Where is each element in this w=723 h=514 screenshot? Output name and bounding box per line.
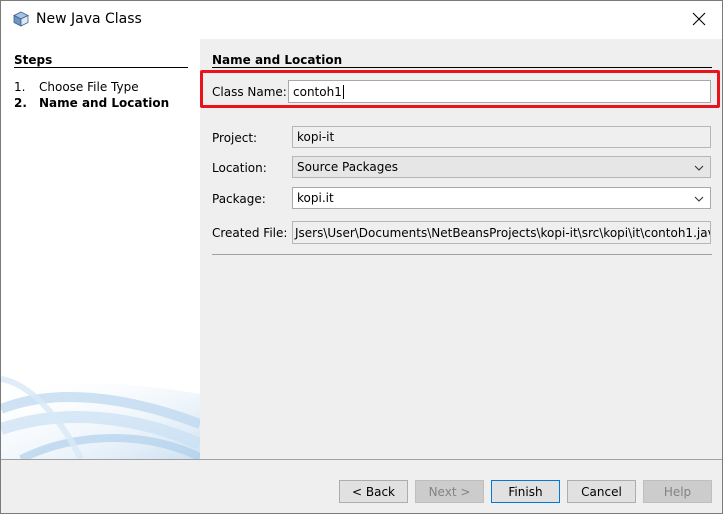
project-label: Project: xyxy=(212,131,258,145)
window-title: New Java Class xyxy=(36,11,142,27)
step-label: Choose File Type xyxy=(39,80,139,94)
text-caret xyxy=(342,84,344,99)
chevron-down-icon xyxy=(694,193,704,203)
class-name-value: contoh1 xyxy=(293,84,342,99)
close-icon xyxy=(692,12,706,29)
steps-title: Steps xyxy=(14,53,53,67)
cancel-button[interactable]: Cancel xyxy=(567,480,636,503)
location-value: Source Packages xyxy=(297,160,399,174)
package-label: Package: xyxy=(212,192,266,206)
section-divider xyxy=(212,67,712,68)
location-dropdown[interactable]: Source Packages xyxy=(292,156,711,178)
step-name-and-location: 2. Name and Location xyxy=(14,96,169,110)
step-number: 1. xyxy=(14,80,26,94)
steps-divider xyxy=(14,67,188,68)
project-field: kopi-it xyxy=(292,126,711,148)
section-title: Name and Location xyxy=(212,53,343,67)
next-button[interactable]: Next > xyxy=(415,480,484,503)
back-button[interactable]: < Back xyxy=(339,480,408,503)
form-panel: Name and Location Class Name: contoh1 Pr… xyxy=(200,39,722,459)
help-button[interactable]: Help xyxy=(643,480,712,503)
created-file-label: Created File: xyxy=(212,226,288,240)
location-label: Location: xyxy=(212,161,267,175)
steps-panel: Steps 1. Choose File Type 2. Name and Lo… xyxy=(1,39,200,459)
finish-button[interactable]: Finish xyxy=(491,480,560,503)
created-file-field: Jsers\User\Documents\NetBeansProjects\ko… xyxy=(292,221,711,244)
class-name-label: Class Name: xyxy=(212,85,287,99)
step-number: 2. xyxy=(14,96,27,110)
new-java-class-dialog: New Java Class Steps 1. Choose File Type… xyxy=(0,0,723,514)
step-label: Name and Location xyxy=(39,96,170,110)
class-name-input[interactable]: contoh1 xyxy=(288,80,711,103)
step-choose-file-type: 1. Choose File Type xyxy=(14,80,139,94)
java-cube-icon xyxy=(13,11,29,27)
wizard-decoration-graphic xyxy=(1,376,200,459)
form-bottom-divider xyxy=(212,254,712,255)
package-value: kopi.it xyxy=(297,191,334,205)
dialog-content: Steps 1. Choose File Type 2. Name and Lo… xyxy=(1,39,722,459)
title-bar: New Java Class xyxy=(1,1,722,39)
close-button[interactable] xyxy=(676,1,722,39)
button-bar: < Back Next > Finish Cancel Help xyxy=(1,459,722,513)
package-dropdown[interactable]: kopi.it xyxy=(292,187,711,209)
chevron-down-icon xyxy=(694,162,704,172)
